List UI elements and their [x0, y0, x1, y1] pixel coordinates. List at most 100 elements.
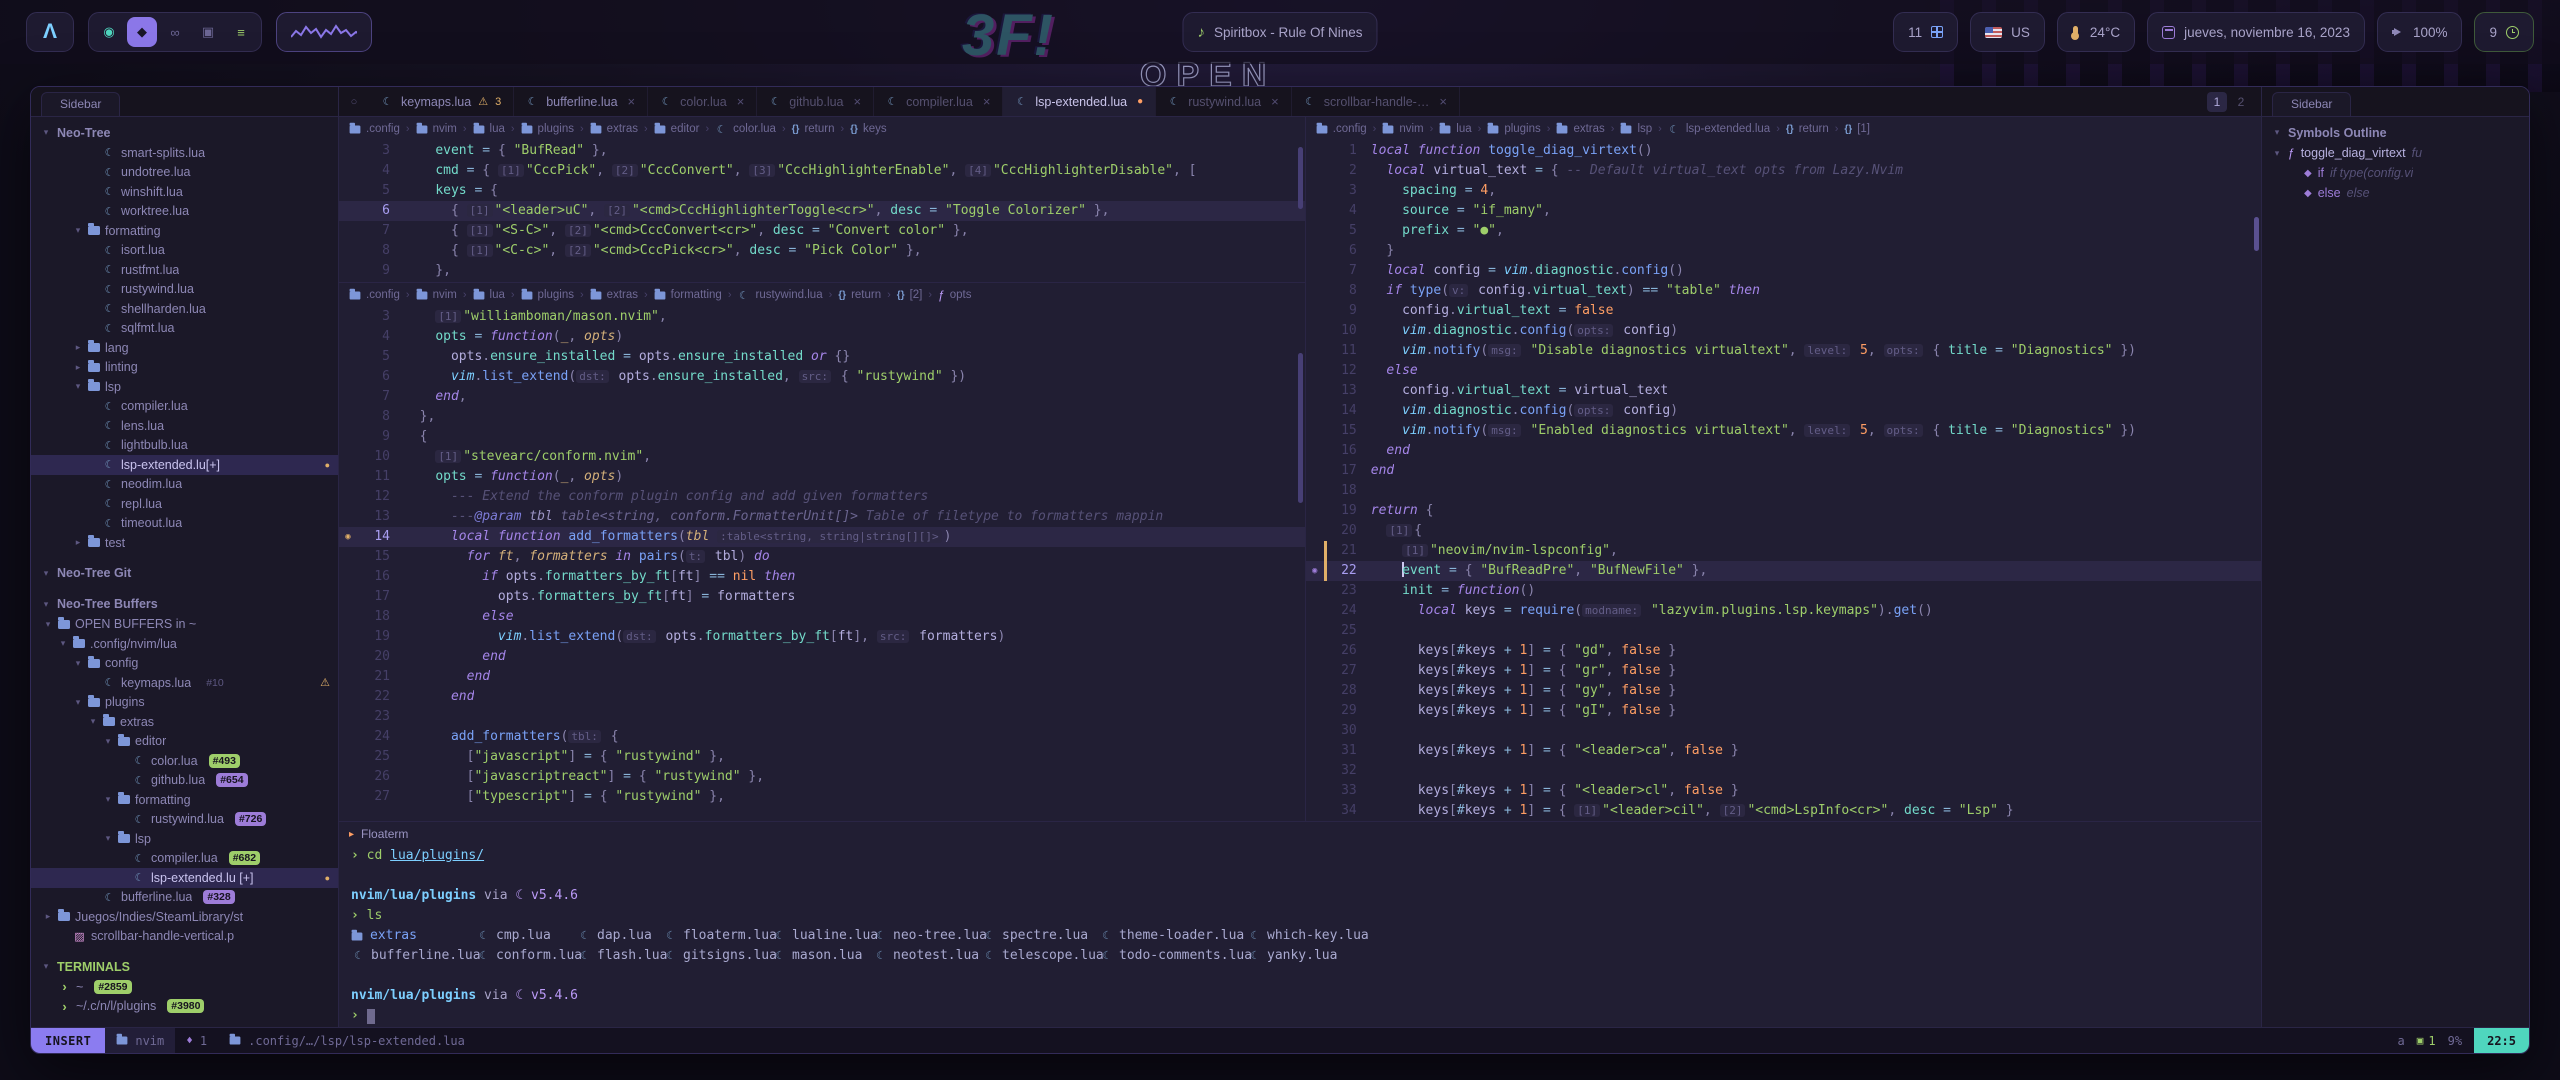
code-line[interactable]: 16 if opts.formatters_by_ft[ft] == nil t…: [339, 567, 1305, 587]
tree-item[interactable]: ☾rustywind.lua: [31, 280, 338, 300]
code-line[interactable]: 17end: [1306, 461, 2261, 481]
code-line[interactable]: 5 prefix = "●",: [1306, 221, 2261, 241]
breadcrumb-item[interactable]: ☾lsp-extended.lua: [1668, 123, 1770, 136]
code-line[interactable]: 3 spacing = 4,: [1306, 181, 2261, 201]
tab-close-button[interactable]: ×: [983, 94, 991, 109]
tab-close-button[interactable]: ×: [1271, 94, 1279, 109]
tab-close-button[interactable]: ×: [854, 94, 862, 109]
editor-tab[interactable]: ☾bufferline.lua×: [514, 87, 648, 116]
tree-item[interactable]: ▸test: [31, 533, 338, 553]
editor-color-lua[interactable]: .config›nvim›lua›plugins›extras›editor›☾…: [339, 117, 1305, 283]
code-line[interactable]: 5 opts.ensure_installed = opts.ensure_in…: [339, 347, 1305, 367]
neotree-buffers-section-header[interactable]: ▾ Neo-Tree Buffers: [31, 594, 338, 615]
left-sidebar-title-tab[interactable]: Sidebar: [41, 92, 120, 116]
outline-item[interactable]: ◆elseelse: [2262, 183, 2529, 203]
tree-item[interactable]: ▾plugins: [31, 693, 338, 713]
code-line[interactable]: 12 else: [1306, 361, 2261, 381]
tree-item[interactable]: ☾repl.lua: [31, 494, 338, 514]
breadcrumb-item[interactable]: extras: [590, 289, 638, 301]
breadcrumb-item[interactable]: {}return: [1786, 123, 1829, 135]
code-line[interactable]: 26 keys[#keys + 1] = { "gd", false }: [1306, 641, 2261, 661]
code-line[interactable]: 4 source = "if_many",: [1306, 201, 2261, 221]
tree-item[interactable]: ▾OPEN BUFFERS in ~: [31, 615, 338, 635]
breadcrumb-item[interactable]: plugins: [521, 123, 574, 135]
code-line[interactable]: 5 keys = {: [339, 181, 1305, 201]
breadcrumb-item[interactable]: lua: [473, 289, 505, 301]
tree-item[interactable]: ▾editor: [31, 732, 338, 752]
code-line[interactable]: 28 keys[#keys + 1] = { "gy", false }: [1306, 681, 2261, 701]
editor-rustywind-lua[interactable]: .config›nvim›lua›plugins›extras›formatti…: [339, 283, 1305, 821]
right-sidebar-title-tab[interactable]: Sidebar: [2272, 92, 2351, 116]
floaterm-panel[interactable]: ▸ Floaterm › cd lua/plugins/nvim/lua/plu…: [339, 821, 2261, 1027]
code-line[interactable]: 22 end: [339, 687, 1305, 707]
code-line[interactable]: 15 vim.notify(msg: "Enabled diagnostics …: [1306, 421, 2261, 441]
code-line[interactable]: 4 opts = function(_, opts): [339, 327, 1305, 347]
code-line[interactable]: 13 ---@param tbl table<string, conform.F…: [339, 507, 1305, 527]
tree-item[interactable]: ☾isort.lua: [31, 241, 338, 261]
code-line[interactable]: 7 end,: [339, 387, 1305, 407]
code-line[interactable]: 24 add_formatters(tbl: {: [339, 727, 1305, 747]
launcher-button[interactable]: Λ: [26, 12, 74, 52]
breadcrumb-item[interactable]: lsp: [1620, 123, 1652, 135]
terminals-section-header[interactable]: ▾ TERMINALS: [31, 956, 338, 977]
code-line[interactable]: 2 local virtual_text = { -- Default virt…: [1306, 161, 2261, 181]
code-line[interactable]: 6 }: [1306, 241, 2261, 261]
code-line[interactable]: 8 },: [339, 407, 1305, 427]
code-line[interactable]: 13 config.virtual_text = virtual_text: [1306, 381, 2261, 401]
code-line[interactable]: 26 ["javascriptreact"] = { "rustywind" }…: [339, 767, 1305, 787]
tree-item[interactable]: ☾winshift.lua: [31, 182, 338, 202]
outline-item[interactable]: ▾ƒtoggle_diag_virtextfu: [2262, 143, 2529, 163]
tabpage-button[interactable]: 2: [2231, 92, 2251, 112]
code-area[interactable]: 3 event = { "BufRead" },4 cmd = { [1]"Cc…: [339, 141, 1305, 282]
code-line[interactable]: 1local function toggle_diag_virtext(): [1306, 141, 2261, 161]
code-line[interactable]: 29 keys[#keys + 1] = { "gI", false }: [1306, 701, 2261, 721]
tree-item[interactable]: ☾rustfmt.lua: [31, 260, 338, 280]
editor-tab[interactable]: ☾compiler.lua×: [874, 87, 1003, 116]
tree-item[interactable]: ☾timeout.lua: [31, 514, 338, 534]
editor-tab[interactable]: ☾scrollbar-handle-…×: [1292, 87, 1460, 116]
code-line[interactable]: 25: [1306, 621, 2261, 641]
breadcrumb-item[interactable]: extras: [1556, 123, 1604, 135]
code-line[interactable]: 21 [1]"neovim/nvim-lspconfig",: [1306, 541, 2261, 561]
breadcrumb-item[interactable]: {}keys: [850, 123, 886, 135]
tree-item[interactable]: ☾lsp-extended.lu[+]●: [31, 455, 338, 475]
tree-item[interactable]: ☾undotree.lua: [31, 163, 338, 183]
neotree-git-section-header[interactable]: ▾ Neo-Tree Git: [31, 563, 338, 584]
breadcrumb-item[interactable]: formatting: [654, 289, 722, 301]
code-line[interactable]: 18: [1306, 481, 2261, 501]
code-line[interactable]: 7 local config = vim.diagnostic.config(): [1306, 261, 2261, 281]
tree-item[interactable]: ☾worktree.lua: [31, 202, 338, 222]
scrollbar-handle[interactable]: [1298, 147, 1303, 209]
code-line[interactable]: 20 [1]{: [1306, 521, 2261, 541]
tree-item[interactable]: ▸Juegos/Indies/SteamLibrary/st: [31, 907, 338, 927]
tree-item[interactable]: ›~/.c/n/l/plugins#3980: [31, 997, 338, 1017]
code-line[interactable]: 14 vim.diagnostic.config(opts: config): [1306, 401, 2261, 421]
breadcrumb-item[interactable]: ƒopts: [938, 288, 971, 302]
breadcrumb-item[interactable]: ☾rustywind.lua: [737, 289, 822, 302]
tree-item[interactable]: ☾lsp-extended.lu [+]●: [31, 868, 338, 888]
tree-item[interactable]: ▾lsp: [31, 377, 338, 397]
clock-widget[interactable]: 9: [2474, 12, 2534, 52]
code-line[interactable]: 17 opts.formatters_by_ft[ft] = formatter…: [339, 587, 1305, 607]
code-line[interactable]: 16 end: [1306, 441, 2261, 461]
workspace-4[interactable]: ▣: [193, 17, 223, 47]
tree-item[interactable]: ☾color.lua#493: [31, 751, 338, 771]
code-line[interactable]: 27 ["typescript"] = { "rustywind" },: [339, 787, 1305, 807]
symbols-outline-header[interactable]: ▾ Symbols Outline: [2262, 122, 2529, 143]
code-line[interactable]: 6 { [1]"<leader>uC", [2]"<cmd>CccHighlig…: [339, 201, 1305, 221]
code-line[interactable]: 25 ["javascript"] = { "rustywind" },: [339, 747, 1305, 767]
code-line[interactable]: 32: [1306, 761, 2261, 781]
code-line[interactable]: 19 vim.list_extend(dst: opts.formatters_…: [339, 627, 1305, 647]
code-line[interactable]: 34 keys[#keys + 1] = { [1]"<leader>cil",…: [1306, 801, 2261, 821]
tree-item[interactable]: ☾shellharden.lua: [31, 299, 338, 319]
breadcrumb-item[interactable]: .config: [349, 289, 400, 301]
workspace-1[interactable]: ◉: [94, 17, 124, 47]
editor-tab[interactable]: ☾color.lua×: [648, 87, 757, 116]
outline-item[interactable]: ◆ifif type(config.vi: [2262, 163, 2529, 183]
code-line[interactable]: 10 [1]"stevearc/conform.nvim",: [339, 447, 1305, 467]
tab-close-button[interactable]: ×: [1439, 94, 1447, 109]
scrollbar-handle[interactable]: [2254, 217, 2259, 251]
tree-item[interactable]: ▾.config/nvim/lua: [31, 634, 338, 654]
tree-item[interactable]: ☾compiler.lua: [31, 397, 338, 417]
tree-item[interactable]: ›~#2859: [31, 977, 338, 997]
